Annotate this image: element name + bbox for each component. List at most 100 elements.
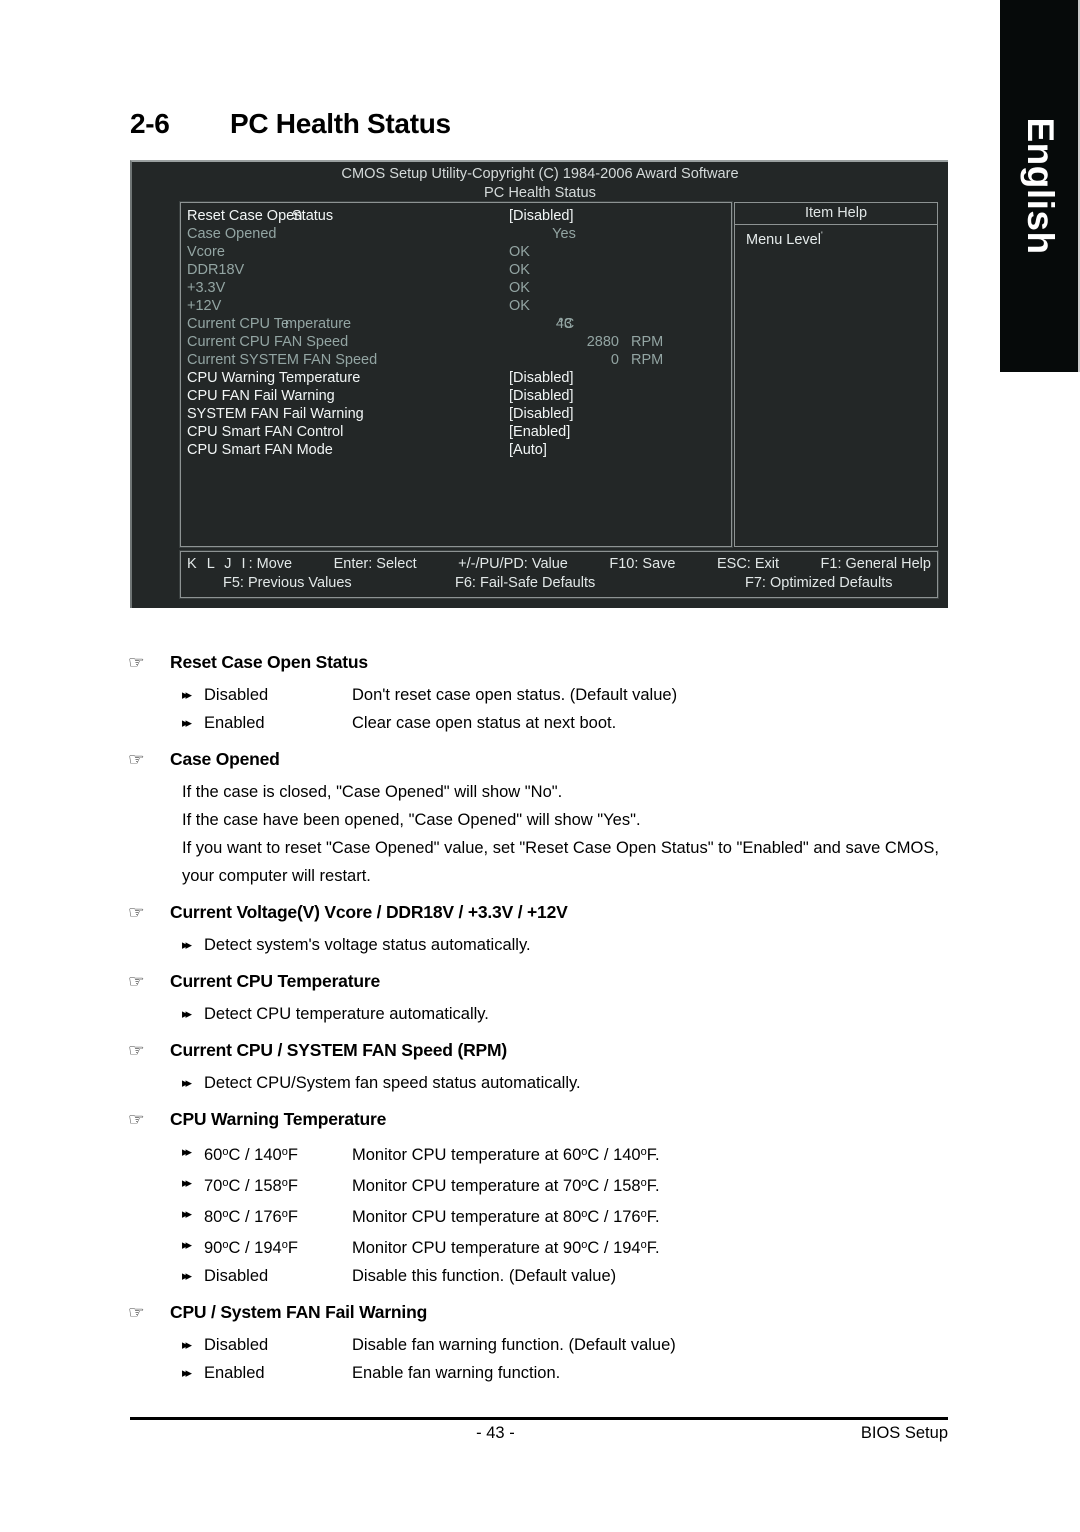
- bios-titlebar: CMOS Setup Utility-Copyright (C) 1984-20…: [132, 162, 948, 203]
- manual-section: ☞ CPU / System FAN Fail Warning ▸▸ Disabled…: [128, 1302, 960, 1387]
- section-heading-text: Case Opened: [170, 749, 280, 769]
- key-help-row-1: K L J I: Move Enter: Select +/-/PU/PD: Val…: [187, 555, 931, 574]
- manual-content: ☞ Reset Case Open Status ▸▸ Disabled Don't r…: [128, 640, 960, 1391]
- bios-option-label: Current CPU FAN Speed: [187, 334, 349, 350]
- bios-option-row[interactable]: +3.3V OK: [181, 279, 731, 297]
- bios-option-value: 43 °C: [555, 316, 575, 332]
- menu-level-text: Menu Level': [735, 225, 937, 248]
- option-description: Monitor CPU temperature at 90oC / 194oF.: [352, 1239, 660, 1257]
- pointing-hand-icon: ☞: [128, 903, 145, 922]
- bios-option-label: +3.3V: [187, 280, 226, 296]
- pointing-hand-icon: ☞: [128, 1110, 145, 1129]
- section-paragraph: If the case have been opened, "Case Open…: [182, 811, 641, 829]
- bios-option-row[interactable]: Current SYSTEM FAN Speed 0 RPM: [181, 351, 731, 369]
- option-description: Disable fan warning function. (Default v…: [352, 1336, 676, 1354]
- key-help-item: +/-/PU/PD: Value: [458, 556, 568, 572]
- double-arrow-icon: ▸▸: [182, 1237, 192, 1252]
- key-help-item: Enter: Select: [333, 556, 417, 572]
- option-description: Detect CPU temperature automatically.: [204, 1005, 489, 1023]
- manual-section: ☞ CPU Warning Temperature ▸▸ 60oC / 140oF Mo…: [128, 1109, 960, 1290]
- section-title: PC Health Status: [230, 108, 451, 139]
- option-term: Disabled: [204, 1267, 269, 1285]
- option-description: Monitor CPU temperature at 70oC / 158oF.: [352, 1177, 660, 1195]
- bios-option-value: [Disabled]: [509, 208, 574, 224]
- section-heading-text: CPU Warning Temperature: [170, 1109, 387, 1129]
- double-arrow-icon: ▸▸: [182, 687, 192, 702]
- option-term: 80oC / 176oF: [204, 1208, 298, 1226]
- option-term: Disabled: [204, 1336, 269, 1354]
- bios-option-value: OK: [509, 244, 530, 260]
- bios-option-value: OK: [509, 280, 530, 296]
- option-description: Don't reset case open status. (Default v…: [352, 686, 678, 704]
- option-line: ▸▸ Disabled Don't reset case open status. …: [130, 681, 960, 709]
- bios-option-value: [Disabled]: [509, 370, 574, 386]
- section-heading: ☞ CPU Warning Temperature: [128, 1109, 960, 1130]
- bios-value-overlap-glyph: °C: [558, 316, 575, 332]
- bios-option-row[interactable]: +12V OK: [181, 297, 731, 315]
- bios-option-row[interactable]: Vcore OK: [181, 243, 731, 261]
- section-paragraph: If you want to reset "Case Opened" value…: [182, 839, 939, 885]
- option-description: Enable fan warning function.: [352, 1364, 561, 1382]
- section-number: 2-6: [130, 108, 170, 139]
- bios-option-row[interactable]: CPU Smart FAN Mode [Auto]: [181, 441, 731, 459]
- bios-option-row[interactable]: DDR18V OK: [181, 261, 731, 279]
- option-term: 90oC / 194oF: [204, 1239, 298, 1257]
- section-heading: ☞ CPU / System FAN Fail Warning: [128, 1302, 960, 1323]
- bios-option-label: CPU Smart FAN Mode: [187, 442, 333, 458]
- section-heading: ☞ Case Opened: [128, 749, 960, 770]
- key-help-item: F1: General Help: [820, 556, 931, 572]
- option-term: 70oC / 158oF: [204, 1177, 298, 1195]
- option-description: Disable this function. (Default value): [352, 1267, 617, 1285]
- bios-title-line1: CMOS Setup Utility-Copyright (C) 1984-20…: [341, 166, 739, 182]
- double-arrow-icon: ▸▸: [182, 1006, 192, 1021]
- bios-option-label: +12V: [187, 298, 222, 314]
- bios-option-row[interactable]: Reset Case Open Status [Disabled]: [181, 207, 731, 225]
- key-help-item: F7: Optimized Defaults: [745, 575, 893, 591]
- manual-section: ☞ Case Opened If the case is closed, "Case…: [128, 749, 960, 890]
- section-heading-text: Current CPU Temperature: [170, 971, 380, 991]
- bios-option-row[interactable]: Case Opened Yes: [181, 225, 731, 243]
- option-line: ▸▸ 80oC / 176oF Monitor CPU temperature at…: [130, 1200, 960, 1231]
- manual-section: ☞ Current CPU / SYSTEM FAN Speed (RPM) ▸▸ D…: [128, 1040, 960, 1097]
- menu-level-superscript: ': [820, 230, 823, 240]
- bios-option-row[interactable]: CPU Smart FAN Control [Enabled]: [181, 423, 731, 441]
- bios-value-unit: RPM: [631, 334, 664, 350]
- double-arrow-icon: ▸▸: [182, 1206, 192, 1221]
- option-description: Monitor CPU temperature at 60oC / 140oF.: [352, 1146, 660, 1164]
- option-term: Enabled: [204, 1364, 265, 1382]
- manual-section: ☞ Current Voltage(V) Vcore / DDR18V / +3.…: [128, 902, 960, 959]
- bios-option-label: CPU FAN Fail Warning: [187, 388, 335, 404]
- bios-option-row[interactable]: SYSTEM FAN Fail Warning [Disabled]: [181, 405, 731, 423]
- key-help-item: ESC: Exit: [716, 556, 780, 572]
- bios-label-overlap-glyph: Status: [292, 208, 334, 224]
- option-line: ▸▸ Detect CPU/System fan speed status aut…: [130, 1069, 960, 1097]
- section-heading: ☞ Reset Case Open Status: [128, 652, 960, 673]
- bios-option-value: [Auto]: [509, 442, 547, 458]
- double-arrow-icon: ▸▸: [182, 937, 192, 952]
- double-arrow-icon: ▸▸: [182, 1268, 192, 1283]
- bios-option-row[interactable]: CPU Warning Temperature [Disabled]: [181, 369, 731, 387]
- bios-option-label: Reset Case Open Status: [187, 208, 334, 224]
- page-footer: - 43 - BIOS Setup: [130, 1424, 948, 1443]
- pointing-hand-icon: ☞: [128, 972, 145, 991]
- option-term: Disabled: [204, 686, 269, 704]
- option-line: ▸▸ 90oC / 194oF Monitor CPU temperature at…: [130, 1231, 960, 1262]
- bios-option-row[interactable]: Current CPU Te mperature 43 °C: [181, 315, 731, 333]
- bios-label-overlap-glyph: mperature: [285, 316, 352, 332]
- section-heading-text: Current Voltage(V) Vcore / DDR18V / +3.3…: [170, 902, 568, 922]
- manual-section: ☞ Current CPU Temperature ▸▸ Detect CPU tem…: [128, 971, 960, 1028]
- manual-section: ☞ Reset Case Open Status ▸▸ Disabled Don't r…: [128, 652, 960, 737]
- bios-option-row[interactable]: CPU FAN Fail Warning [Disabled]: [181, 387, 731, 405]
- double-arrow-icon: ▸▸: [182, 1365, 192, 1380]
- bios-option-value: [Enabled]: [509, 424, 571, 440]
- option-line: ▸▸ Detect system's voltage status automat…: [130, 931, 960, 959]
- key-help-row-2: F5: Previous Values F6: Fail-Safe Default…: [187, 574, 931, 593]
- item-help-title: Item Help: [735, 203, 937, 225]
- bios-option-row[interactable]: Current CPU FAN Speed 2880 RPM: [181, 333, 731, 351]
- bios-option-label: Case Opened: [187, 226, 277, 242]
- language-tab: English: [1000, 0, 1080, 372]
- bios-key-help-bar: K L J I: Move Enter: Select +/-/PU/PD: Val…: [180, 551, 938, 598]
- double-arrow-icon: ▸▸: [182, 715, 192, 730]
- option-line: ▸▸ 60oC / 140oF Monitor CPU temperature at…: [130, 1138, 960, 1169]
- double-arrow-icon: ▸▸: [182, 1075, 192, 1090]
